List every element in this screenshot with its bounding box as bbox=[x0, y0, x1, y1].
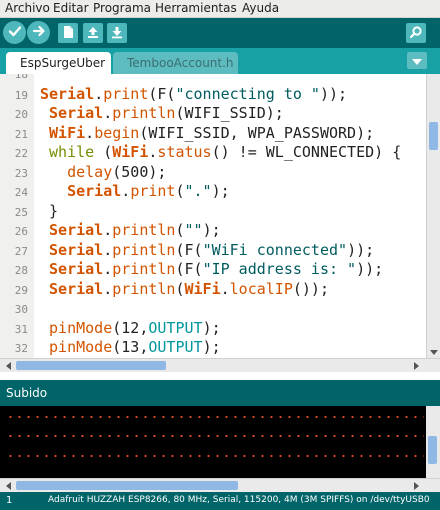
scroll-down-icon[interactable] bbox=[428, 346, 440, 358]
editor-horizontal-scrollbar[interactable] bbox=[0, 358, 440, 372]
triangle-down-icon bbox=[412, 51, 422, 70]
scroll-left-icon[interactable] bbox=[2, 360, 14, 372]
menu-herramientas[interactable]: Herramientas bbox=[155, 1, 237, 15]
code-line: while (WiFi.status() != WL_CONNECTED) { bbox=[49, 143, 402, 161]
save-button[interactable] bbox=[107, 23, 127, 43]
arrow-right-icon bbox=[32, 23, 46, 42]
editor-bottom-spacer bbox=[0, 372, 440, 380]
code-line: Serial.print(F("connecting to ")); bbox=[40, 85, 348, 103]
code-line: Serial.println(F("WiFi connected")); bbox=[49, 241, 375, 259]
console-vertical-scrollbar[interactable] bbox=[426, 406, 440, 478]
code-editor[interactable]: 18 19 20 21 22 23 24 25 26 27 28 29 30 3… bbox=[0, 74, 440, 358]
line-number: 32 bbox=[14, 342, 28, 355]
code-line: Serial.print("."); bbox=[67, 182, 230, 200]
open-button[interactable] bbox=[83, 23, 103, 43]
upload-button[interactable] bbox=[27, 21, 50, 44]
line-number: 18 bbox=[14, 74, 28, 81]
menu-programa[interactable]: Programa bbox=[93, 1, 151, 15]
new-sketch-button[interactable] bbox=[58, 23, 78, 43]
current-line-number: 1 bbox=[6, 495, 13, 506]
tabs-bar: EspSurgeUber TembooAccount.h bbox=[0, 48, 440, 74]
console-horizontal-scroll-thumb[interactable] bbox=[16, 481, 238, 490]
line-number: 19 bbox=[14, 89, 28, 102]
line-number: 26 bbox=[14, 225, 28, 238]
line-number-gutter: 18 19 20 21 22 23 24 25 26 27 28 29 30 3… bbox=[0, 74, 34, 358]
new-file-icon bbox=[62, 24, 74, 43]
line-number: 31 bbox=[14, 323, 28, 336]
code-line: WiFi.begin(WIFI_SSID, WPA_PASSWORD); bbox=[49, 124, 375, 142]
verify-button[interactable] bbox=[3, 21, 26, 44]
editor-vertical-scroll-thumb[interactable] bbox=[429, 122, 438, 150]
save-down-arrow-icon bbox=[110, 24, 124, 43]
status-bar: Subido bbox=[0, 380, 440, 406]
line-number: 23 bbox=[14, 167, 28, 180]
line-number: 25 bbox=[14, 206, 28, 219]
code-line: pinMode(13,OUTPUT); bbox=[49, 338, 221, 356]
tab-espsurgeuber[interactable]: EspSurgeUber bbox=[6, 52, 111, 74]
console-progress-line bbox=[6, 416, 424, 418]
magnifier-icon bbox=[409, 24, 423, 43]
scroll-right-icon[interactable] bbox=[410, 360, 422, 372]
line-number: 27 bbox=[14, 245, 28, 258]
editor-horizontal-scroll-thumb[interactable] bbox=[16, 361, 166, 370]
footer-bar: 1 Adafruit HUZZAH ESP8266, 80 MHz, Seria… bbox=[0, 492, 440, 510]
code-line: Serial.println(F("IP address is: ")); bbox=[49, 260, 384, 278]
code-line: pinMode(12,OUTPUT); bbox=[49, 319, 221, 337]
toolbar bbox=[0, 18, 440, 48]
console-progress-line bbox=[6, 435, 424, 437]
checkmark-icon bbox=[8, 23, 22, 42]
scroll-right-icon[interactable] bbox=[410, 480, 422, 492]
status-message: Subido bbox=[6, 386, 48, 400]
line-number: 29 bbox=[14, 284, 28, 297]
console-vertical-scroll-thumb[interactable] bbox=[428, 436, 437, 464]
menu-ayuda[interactable]: Ayuda bbox=[242, 1, 279, 15]
code-line: Serial.println(WiFi.localIP()); bbox=[49, 280, 329, 298]
console-output bbox=[0, 406, 440, 478]
menu-editar[interactable]: Editar bbox=[53, 1, 89, 15]
line-number: 30 bbox=[14, 303, 28, 316]
menu-bar: Archivo Editar Programa Herramientas Ayu… bbox=[0, 0, 440, 18]
menu-archivo[interactable]: Archivo bbox=[5, 1, 50, 15]
line-number: 24 bbox=[14, 186, 28, 199]
editor-vertical-scrollbar[interactable] bbox=[426, 74, 440, 358]
open-up-arrow-icon bbox=[86, 24, 100, 43]
console-horizontal-scrollbar[interactable] bbox=[0, 478, 440, 492]
scroll-left-icon[interactable] bbox=[2, 480, 14, 492]
tab-menu-button[interactable] bbox=[407, 52, 427, 69]
board-info: Adafruit HUZZAH ESP8266, 80 MHz, Serial,… bbox=[48, 495, 430, 505]
code-line: } bbox=[40, 202, 59, 220]
line-number: 28 bbox=[14, 264, 28, 277]
code-line: Serial.println(""); bbox=[49, 221, 221, 239]
line-number: 20 bbox=[14, 108, 28, 121]
serial-monitor-button[interactable] bbox=[406, 23, 426, 43]
line-number: 22 bbox=[14, 147, 28, 160]
tab-temboo-account[interactable]: TembooAccount.h bbox=[113, 52, 238, 74]
line-number: 21 bbox=[14, 128, 28, 141]
console-progress-line bbox=[6, 455, 424, 457]
code-line: delay(500); bbox=[67, 163, 167, 181]
code-line: Serial.println(WIFI_SSID); bbox=[49, 104, 284, 122]
